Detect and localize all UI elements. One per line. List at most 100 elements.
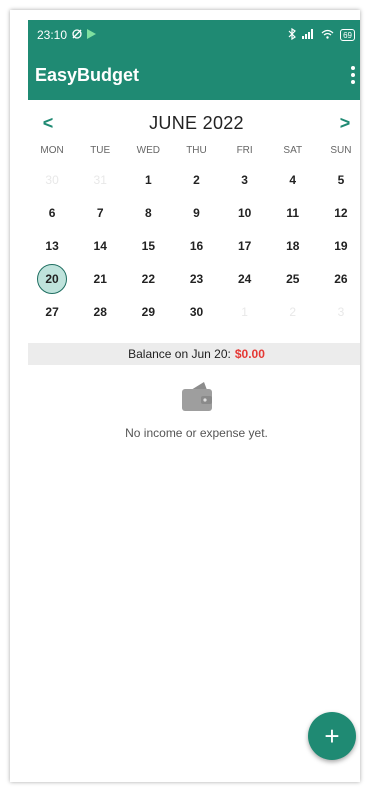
calendar-day[interactable]: 7	[76, 196, 124, 229]
day-number: 18	[286, 238, 300, 253]
previous-month-button[interactable]: <	[28, 113, 68, 134]
app-title: EasyBudget	[35, 64, 140, 85]
balance-bar: Balance on Jun 20: $0.00	[28, 343, 360, 365]
weekday-label: MON	[40, 145, 64, 156]
battery-icon: 69	[340, 29, 355, 41]
day-number: 17	[237, 238, 252, 253]
calendar-day-outside-month[interactable]: 1	[221, 295, 269, 328]
calendar-day-outside-month[interactable]: 2	[269, 295, 317, 328]
weekday-label: SAT	[283, 145, 303, 156]
sync-icon	[71, 28, 83, 43]
day-number: 23	[189, 271, 204, 286]
calendar-day[interactable]: 23	[172, 262, 220, 295]
calendar-day[interactable]: 5	[317, 163, 360, 196]
calendar-day[interactable]: 19	[317, 229, 360, 262]
day-number: 25	[286, 271, 300, 286]
balance-label: Balance on Jun 20:	[128, 347, 231, 361]
signal-icon	[302, 28, 315, 42]
calendar-day[interactable]: 6	[28, 196, 76, 229]
calendar-day[interactable]: 8	[124, 196, 172, 229]
calendar-day[interactable]: 27	[28, 295, 76, 328]
day-number: 9	[193, 205, 200, 220]
calendar-day[interactable]: 22	[124, 262, 172, 295]
status-bar: 23:10 69	[28, 20, 360, 50]
calendar-day-outside-month[interactable]: 3	[317, 295, 360, 328]
calendar-day[interactable]: 13	[28, 229, 76, 262]
add-icon: +	[324, 720, 340, 751]
day-number: 22	[141, 271, 156, 286]
calendar-day[interactable]: 14	[76, 229, 124, 262]
wallet-icon	[179, 380, 215, 414]
calendar-day[interactable]: 21	[76, 262, 124, 295]
day-number: 6	[48, 205, 56, 220]
day-number: 27	[45, 304, 59, 319]
day-number: 2	[193, 172, 200, 187]
day-number: 8	[145, 205, 152, 220]
month-title: JUNE 2022	[149, 112, 244, 133]
day-number: 7	[96, 205, 104, 220]
status-left: 23:10	[28, 28, 97, 43]
calendar-day[interactable]: 4	[269, 163, 317, 196]
day-number: 10	[237, 205, 252, 220]
weekday-label: THU	[186, 145, 207, 156]
calendar-day[interactable]: 15	[124, 229, 172, 262]
calendar-day[interactable]: 16	[172, 229, 220, 262]
weekday-label: SUN	[330, 145, 352, 156]
calendar-day[interactable]: 2	[172, 163, 220, 196]
weekday-label: WED	[136, 145, 161, 156]
day-number: 28	[93, 304, 107, 319]
day-number: 12	[334, 205, 348, 220]
calendar-day[interactable]: 26	[317, 262, 360, 295]
add-button[interactable]: +	[308, 712, 356, 760]
day-number: 20	[37, 263, 68, 294]
day-number: 19	[334, 238, 348, 253]
calendar-day[interactable]: 3	[221, 163, 269, 196]
empty-state: No income or expense yet.	[28, 380, 360, 440]
empty-message: No income or expense yet.	[125, 426, 268, 440]
day-number: 1	[241, 304, 248, 319]
status-time: 23:10	[37, 28, 68, 42]
battery-level: 69	[343, 30, 352, 40]
calendar-day[interactable]: 24	[221, 262, 269, 295]
calendar-day-selected[interactable]: 20	[28, 262, 76, 295]
day-number: 3	[241, 172, 248, 187]
phone-screen: 23:10 69 EasyBudget < JUNE 2022 > MON TU…	[28, 10, 360, 782]
overflow-menu-icon[interactable]	[347, 64, 359, 86]
day-number: 11	[286, 205, 300, 220]
next-month-button[interactable]: >	[325, 113, 360, 134]
calendar-day-outside-month[interactable]: 31	[76, 163, 124, 196]
calendar-day[interactable]: 28	[76, 295, 124, 328]
day-number: 26	[334, 271, 348, 286]
day-number: 5	[337, 172, 345, 187]
day-number: 4	[289, 172, 297, 187]
day-number: 1	[145, 172, 152, 187]
calendar-day[interactable]: 11	[269, 196, 317, 229]
day-number: 29	[141, 304, 156, 319]
calendar-day[interactable]: 9	[172, 196, 220, 229]
wifi-icon	[321, 28, 334, 42]
calendar-day[interactable]: 10	[221, 196, 269, 229]
status-right: 69	[288, 27, 355, 43]
day-number: 30	[189, 304, 204, 319]
app-bar: EasyBudget	[28, 50, 360, 100]
screenshot-frame: 23:10 69 EasyBudget < JUNE 2022 > MON TU…	[10, 10, 360, 782]
day-number: 14	[93, 238, 107, 253]
day-number: 21	[93, 271, 107, 286]
calendar-day[interactable]: 30	[172, 295, 220, 328]
day-number: 15	[141, 238, 156, 253]
calendar-day[interactable]: 29	[124, 295, 172, 328]
calendar-day[interactable]: 1	[124, 163, 172, 196]
day-number: 13	[45, 238, 59, 253]
calendar-day[interactable]: 12	[317, 196, 360, 229]
day-number: 3	[337, 304, 345, 319]
calendar-day[interactable]: 25	[269, 262, 317, 295]
day-number: 30	[45, 172, 59, 187]
calendar-day-outside-month[interactable]: 30	[28, 163, 76, 196]
calendar-day[interactable]: 17	[221, 229, 269, 262]
balance-amount: $0.00	[234, 347, 265, 361]
day-number: 2	[289, 304, 297, 319]
day-number: 24	[237, 271, 252, 286]
bluetooth-icon	[288, 27, 297, 43]
calendar-day[interactable]: 18	[269, 229, 317, 262]
calendar-grid: 30 31 1 2 3 4 5 6 7 8 9 10 11 12 13 14 1…	[28, 163, 360, 328]
